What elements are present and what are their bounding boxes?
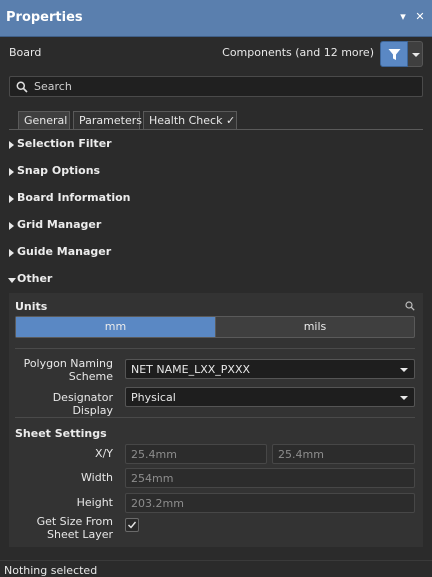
polygon-naming-label: Polygon Naming Scheme [9, 357, 113, 383]
section-board-information[interactable]: Board Information [0, 188, 432, 210]
get-size-label: Get Size From Sheet Layer [9, 515, 113, 541]
header-row: Board Components (and 12 more) [0, 38, 432, 72]
chevron-down-icon [400, 368, 408, 372]
label-line: Polygon Naming [23, 357, 113, 370]
designator-display-select[interactable]: Physical [125, 387, 415, 407]
units-title: Units [15, 300, 48, 313]
filter-button[interactable] [380, 41, 408, 67]
close-icon[interactable]: ✕ [413, 10, 427, 24]
section-label: Other [17, 272, 53, 285]
divider [15, 417, 415, 418]
tab-parameters[interactable]: Parameters [73, 111, 142, 130]
section-label: Snap Options [17, 164, 101, 177]
get-size-checkbox[interactable] [125, 518, 139, 532]
filter-icon [388, 49, 401, 60]
label-line: Scheme [68, 370, 113, 383]
sheet-width-input[interactable]: 254mm [125, 468, 415, 488]
chevron-down-icon [400, 396, 408, 400]
input-value: 25.4mm [278, 448, 324, 461]
search-icon[interactable] [405, 301, 415, 311]
check-icon: ✓ [225, 114, 236, 127]
xy-label: X/Y [95, 447, 113, 460]
section-guide-manager[interactable]: Guide Manager [0, 242, 432, 264]
section-label: Board Information [17, 191, 131, 204]
section-label: Selection Filter [17, 137, 112, 150]
tab-general[interactable]: General [18, 111, 70, 130]
sheet-height-input[interactable]: 203.2mm [125, 493, 415, 513]
expand-arrow-icon [9, 168, 14, 176]
tab-underline [9, 129, 423, 130]
sheet-settings-title: Sheet Settings [15, 427, 107, 440]
tab-label: Parameters [79, 114, 142, 127]
units-mils-button[interactable]: mils [215, 317, 414, 337]
input-value: 25.4mm [131, 448, 177, 461]
input-value: 203.2mm [131, 497, 184, 510]
filter-dropdown-button[interactable] [408, 41, 423, 67]
section-other[interactable]: Other [0, 269, 432, 291]
expand-arrow-icon [9, 141, 14, 149]
height-label: Height [76, 496, 113, 509]
check-icon [128, 521, 137, 529]
section-label: Grid Manager [17, 218, 102, 231]
section-grid-manager[interactable]: Grid Manager [0, 215, 432, 237]
status-bar: Nothing selected [0, 560, 432, 577]
sheet-x-input[interactable]: 25.4mm [125, 444, 267, 464]
select-value: NET NAME_LXX_PXXX [131, 363, 251, 376]
units-mm-button[interactable]: mm [16, 317, 215, 337]
label-line: Sheet Layer [47, 528, 113, 541]
panel-titlebar: Properties ▾ ✕ [0, 0, 432, 37]
components-summary: Components (and 12 more) [222, 46, 374, 59]
polygon-naming-select[interactable]: NET NAME_LXX_PXXX [125, 359, 415, 379]
expand-arrow-icon [9, 195, 14, 203]
select-value: Physical [131, 391, 176, 404]
divider [15, 348, 415, 349]
search-input[interactable] [34, 77, 414, 96]
collapse-arrow-icon [8, 278, 16, 283]
section-label: Guide Manager [17, 245, 112, 258]
tab-label: General [24, 114, 68, 127]
chevron-down-icon [412, 53, 420, 57]
width-label: Width [81, 471, 113, 484]
object-type-label: Board [9, 46, 42, 59]
label-line: Get Size From [36, 515, 113, 528]
input-value: 254mm [131, 472, 174, 485]
section-snap-options[interactable]: Snap Options [0, 161, 432, 183]
search-icon [16, 81, 28, 93]
other-section-body: Units mm mils Polygon Naming Scheme NET … [9, 293, 423, 547]
panel-title: Properties [6, 10, 83, 25]
designator-display-label: Designator Display [52, 391, 113, 417]
units-toggle: mm mils [15, 316, 415, 338]
search-box[interactable] [9, 76, 423, 97]
tab-health-check[interactable]: Health Check ✓ [143, 111, 237, 130]
expand-arrow-icon [9, 222, 14, 230]
tab-label: Health Check [149, 114, 223, 127]
sheet-y-input[interactable]: 25.4mm [272, 444, 415, 464]
section-selection-filter[interactable]: Selection Filter [0, 134, 432, 156]
expand-arrow-icon [9, 249, 14, 257]
pin-menu-icon[interactable]: ▾ [396, 10, 410, 24]
status-text: Nothing selected [4, 564, 98, 577]
